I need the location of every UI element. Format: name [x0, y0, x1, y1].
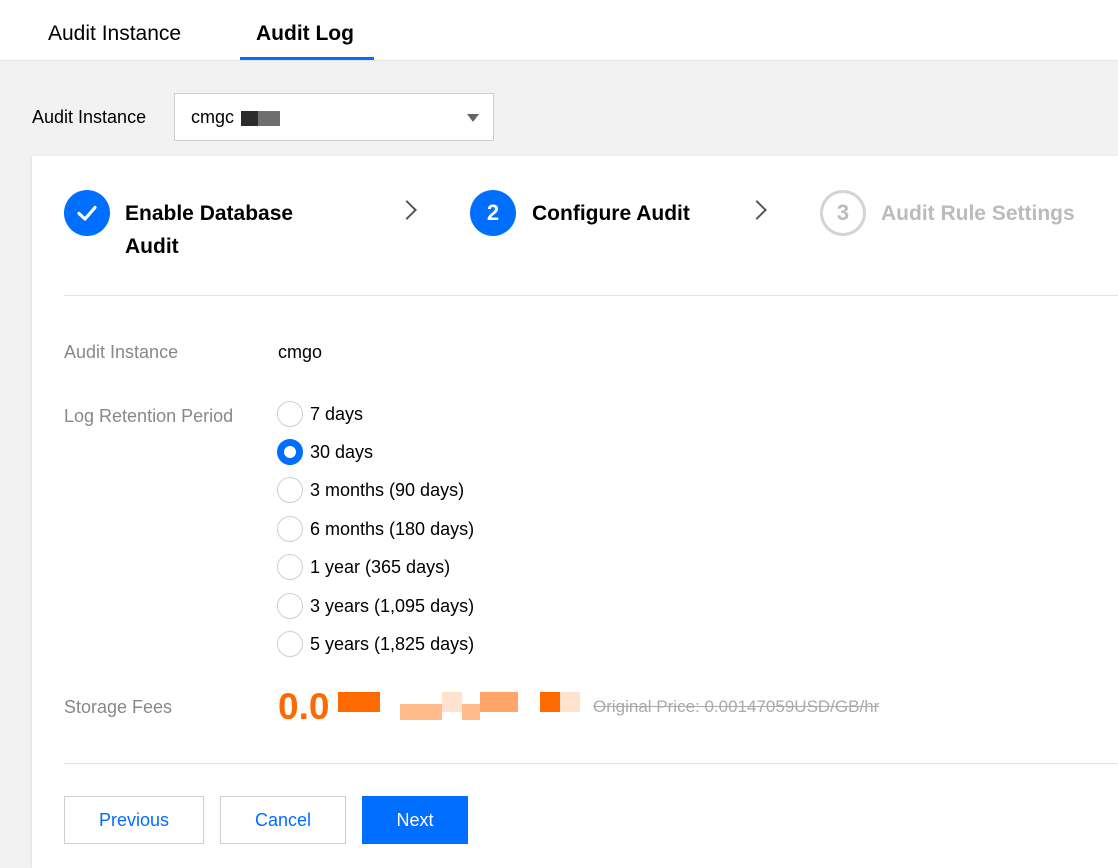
storage-fees-label: Storage Fees	[64, 697, 173, 717]
step-separator-chevron-icon	[397, 200, 417, 220]
step-2-number: 2	[470, 190, 516, 236]
retention-option-1825-days[interactable]: 5 years (1,825 days)	[277, 631, 474, 657]
instance-select-value: cmgc	[191, 107, 235, 127]
radio-button-checked[interactable]	[277, 439, 303, 465]
step-separator-chevron-icon	[747, 200, 767, 220]
tab-bar: Audit Instance Audit Log	[0, 0, 1118, 61]
radio-label: 3 months (90 days)	[310, 479, 465, 500]
step-1-title: Enable Database Audit	[125, 202, 294, 258]
step-3-title: Audit Rule Settings	[881, 202, 1075, 225]
tab-audit-instance[interactable]: Audit Instance	[48, 22, 181, 46]
retention-option-180-days[interactable]: 6 months (180 days)	[277, 516, 474, 542]
radio-button[interactable]	[277, 477, 303, 503]
instance-select[interactable]: cmgc	[174, 93, 494, 141]
dropdown-arrow-icon	[467, 114, 479, 122]
divider	[64, 763, 1118, 764]
instance-selector-label: Audit Instance	[32, 107, 147, 127]
redaction-mask	[241, 111, 258, 126]
radio-button[interactable]	[277, 593, 303, 619]
retention-option-90-days[interactable]: 3 months (90 days)	[277, 477, 464, 503]
radio-button[interactable]	[277, 516, 303, 542]
log-retention-label: Log Retention Period	[64, 406, 234, 426]
redaction-mask	[462, 704, 480, 720]
retention-option-365-days[interactable]: 1 year (365 days)	[277, 554, 450, 580]
redaction-mask	[560, 692, 580, 712]
step-3-number: 3	[820, 190, 866, 236]
active-tab-indicator	[240, 57, 374, 60]
cancel-button[interactable]: Cancel	[220, 796, 346, 844]
radio-label: 3 years (1,095 days)	[310, 595, 475, 616]
divider	[64, 295, 1118, 296]
radio-label: 7 days	[310, 403, 364, 424]
redaction-mask	[400, 704, 442, 720]
redaction-mask	[540, 692, 560, 712]
retention-option-30-days[interactable]: 30 days	[277, 439, 373, 465]
radio-label: 6 months (180 days)	[310, 518, 475, 539]
audit-instance-label: Audit Instance	[64, 342, 179, 362]
redaction-mask	[480, 692, 518, 712]
redaction-mask	[338, 692, 380, 712]
step-2-title: Configure Audit	[532, 202, 690, 225]
previous-button[interactable]: Previous	[64, 796, 204, 844]
radio-label: 1 year (365 days)	[310, 556, 451, 577]
audit-instance-value: cmgo	[278, 342, 323, 362]
radio-button[interactable]	[277, 554, 303, 580]
radio-label: 30 days	[310, 441, 374, 462]
step-complete-check-icon	[64, 190, 110, 236]
radio-button[interactable]	[277, 631, 303, 657]
redaction-mask	[258, 111, 280, 126]
tab-audit-log[interactable]: Audit Log	[256, 22, 354, 46]
retention-option-7-days[interactable]: 7 days	[277, 401, 363, 427]
storage-price: 0.0	[278, 686, 330, 727]
next-button[interactable]: Next	[362, 796, 468, 844]
original-price: Original Price: 0.00147059USD/GB/hr	[593, 697, 880, 716]
retention-option-1095-days[interactable]: 3 years (1,095 days)	[277, 593, 474, 619]
configure-audit-card: Enable Database Audit 2 Configure Audit …	[32, 156, 1118, 868]
radio-label: 5 years (1,825 days)	[310, 633, 475, 654]
radio-button[interactable]	[277, 401, 303, 427]
redaction-mask	[442, 692, 462, 712]
